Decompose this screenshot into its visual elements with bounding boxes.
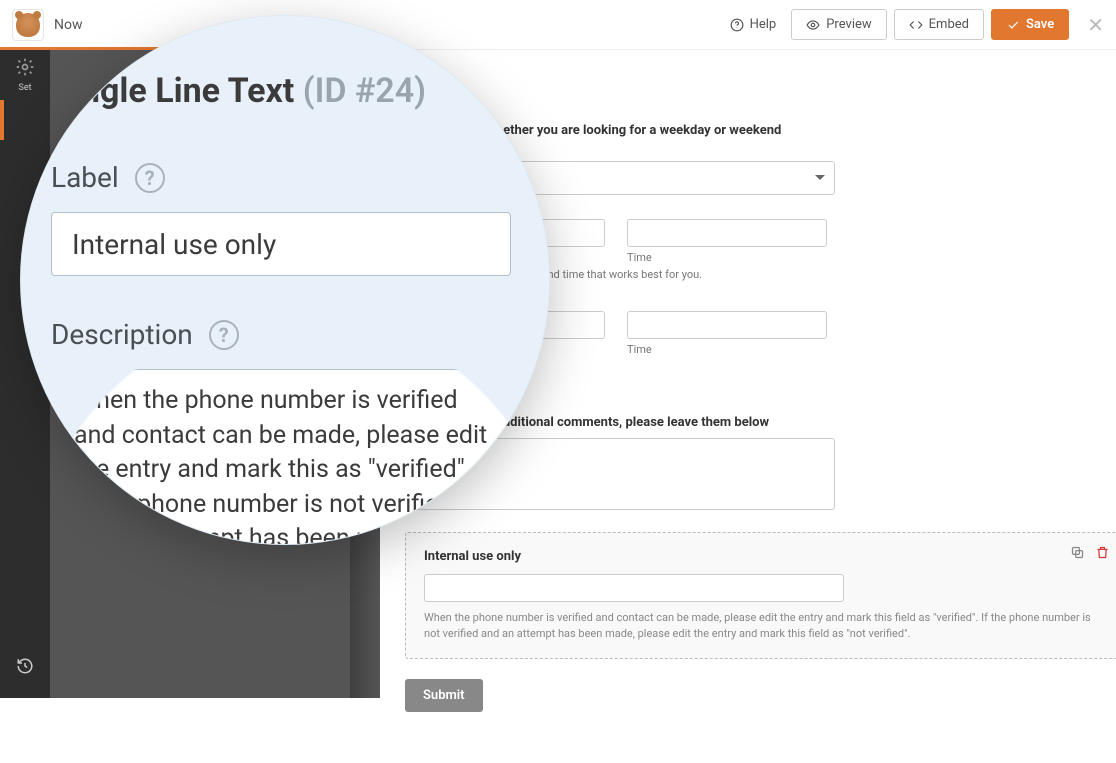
wpforms-logo xyxy=(12,9,44,41)
help-label: Help xyxy=(750,17,777,32)
description-option-row: Description ? xyxy=(51,318,539,351)
preview-button[interactable]: Preview xyxy=(791,9,886,40)
description-option-heading: Description xyxy=(51,318,193,351)
gear-icon xyxy=(15,57,35,80)
code-icon xyxy=(909,18,923,32)
save-label: Save xyxy=(1026,17,1054,32)
close-builder-button[interactable]: ✕ xyxy=(1087,13,1104,37)
choice1-time-sublabel: Time xyxy=(627,251,827,264)
setup-tab[interactable]: Set xyxy=(0,50,50,100)
preview-label: Preview xyxy=(826,17,871,32)
help-icon[interactable]: ? xyxy=(135,163,165,193)
setup-label: Set xyxy=(18,83,31,93)
duplicate-field-button[interactable] xyxy=(1070,545,1085,564)
choice2-time-input[interactable] xyxy=(627,311,827,339)
choice1-time-input[interactable] xyxy=(627,219,827,247)
label-option-input[interactable] xyxy=(51,212,511,276)
internal-use-input[interactable] xyxy=(424,574,844,602)
help-button[interactable]: Help xyxy=(722,10,785,39)
embed-button[interactable]: Embed xyxy=(894,9,984,40)
save-button[interactable]: Save xyxy=(991,9,1069,40)
field-options-heading: Single Line Text (ID #24) xyxy=(51,71,539,111)
internal-use-title: Internal use only xyxy=(424,549,1106,564)
help-icon[interactable]: ? xyxy=(209,320,239,350)
delete-field-button[interactable] xyxy=(1095,545,1110,564)
form-name[interactable]: Now xyxy=(54,17,83,33)
internal-use-field-block[interactable]: Internal use only When the phone number … xyxy=(405,532,1116,659)
field-options-zoom-lens: Single Line Text (ID #24) Label ? Descri… xyxy=(20,15,550,545)
field-type-label: Single Line Text xyxy=(51,71,294,111)
history-button[interactable] xyxy=(0,644,50,692)
question-icon xyxy=(730,18,744,32)
field-id-tag: (ID #24) xyxy=(303,71,426,111)
description-option-textarea[interactable]: When the phone number is verified and co… xyxy=(51,369,511,545)
eye-icon xyxy=(806,18,820,32)
label-option-heading: Label xyxy=(51,161,119,194)
history-icon xyxy=(16,657,34,679)
check-icon xyxy=(1006,18,1020,32)
active-tab-indicator xyxy=(0,100,4,140)
choice2-time-sublabel: Time xyxy=(627,343,827,356)
label-option-row: Label ? xyxy=(51,161,539,194)
internal-use-description: When the phone number is verified and co… xyxy=(424,610,1106,642)
embed-label: Embed xyxy=(929,17,969,32)
submit-button[interactable]: Submit xyxy=(405,679,483,712)
